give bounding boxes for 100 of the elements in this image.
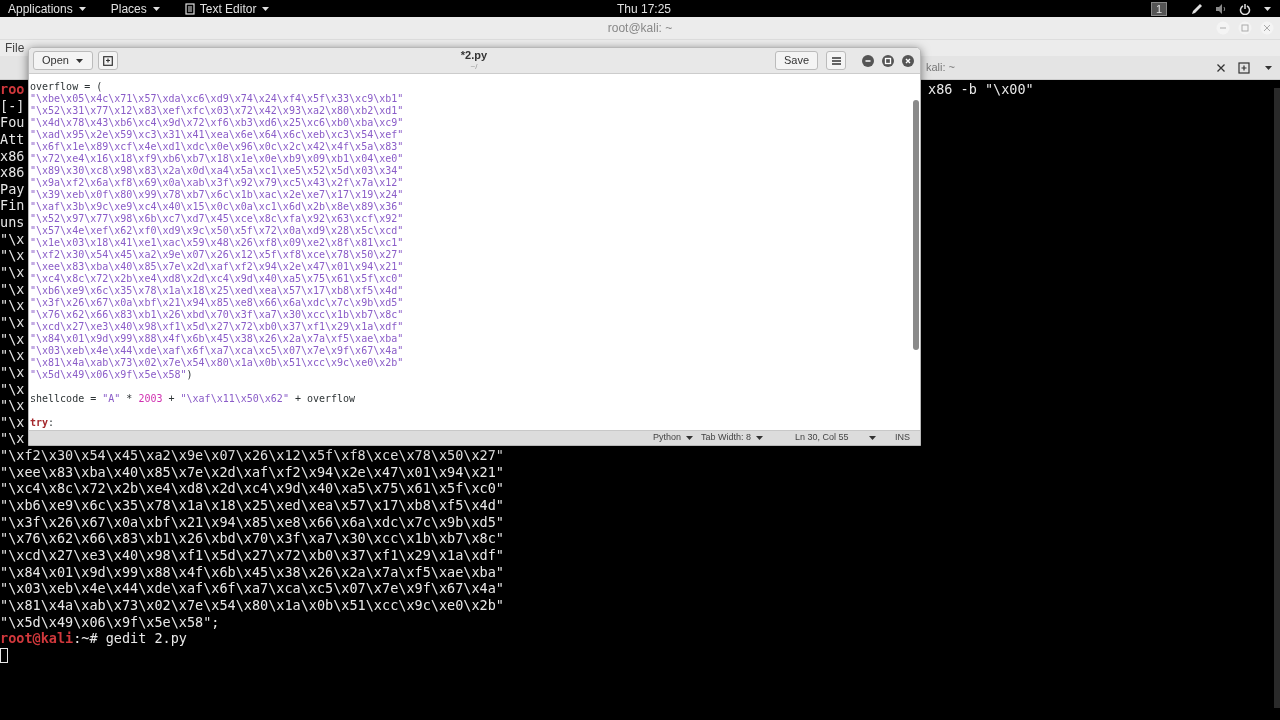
string-literal: "\xcd\x27\xe3\x40\x98\xf1\x5d\x27\x72\xb0\x37\xf1\x29\x1a\xdf" (30, 321, 404, 333)
terminal-text: "\x (0, 280, 25, 298)
string-literal: "\x5d\x49\x06\x9f\x5e\x58" (30, 369, 187, 381)
window-title: root@kali: ~ (607, 20, 673, 37)
string-literal: "\x3f\x26\x67\x0a\xbf\x21\x94\x85\xe8\x66\x6a\xdc\x7c\x9b\xd5" (30, 297, 404, 309)
terminal-text: Pay (0, 180, 25, 198)
code-text: ) (186, 369, 193, 381)
caret-icon (1263, 4, 1272, 13)
caret-icon (151, 4, 161, 13)
menu-icon (831, 56, 841, 65)
minimize-icon[interactable] (862, 54, 874, 67)
string-literal: "\xb6\xe9\x6c\x35\x78\x1a\x18\x25\xed\xea\x57\x17\xb8\xf5\x4d" (30, 285, 404, 297)
caret-icon[interactable] (868, 434, 877, 442)
terminal-text: x86 (0, 164, 25, 181)
scrollbar[interactable] (913, 100, 919, 350)
string-literal: "\x81\x4a\xab\x73\x02\x7e\x54\x80\x1a\x0b\x51\xcc\x9c\xe0\x2b" (30, 357, 404, 369)
terminal-text: "\x (0, 397, 25, 414)
terminal-text: roo (0, 81, 25, 98)
plus-square-icon (102, 55, 113, 66)
terminal-text: "\x (0, 363, 25, 381)
prompt-user-host: root@kali (0, 630, 74, 647)
string-literal: "A" (102, 393, 121, 405)
string-literal: "\xaf\x3b\x9c\xe9\xc4\x40\x15\x0c\x0a\xc1\x6d\x2b\x8e\x89\x36" (30, 201, 404, 213)
terminal-text: x86 -b "\x00" (928, 81, 1034, 98)
maximize-icon[interactable] (882, 54, 894, 67)
string-literal: "\x39\xeb\x0f\x80\x99\x78\xb7\x6c\x1b\xac\x2e\xe7\x17\x19\x24" (30, 189, 404, 201)
terminal-line: "\x76\x62\x66\x83\xb1\x26\xbd\x70\x3f\xa7\x30\xcc\x1b\xb7\x8c" (0, 530, 504, 547)
terminal-text: "\x (0, 264, 25, 281)
workspace-indicator[interactable]: 1 (1150, 1, 1167, 16)
keyword: try (30, 417, 49, 429)
terminal-text: [-] (0, 97, 25, 115)
terminal-text: "\x (0, 230, 25, 248)
terminal-text: "\x (0, 297, 25, 314)
notepad-icon (184, 2, 195, 15)
terminal-line: "\x81\x4a\xab\x73\x02\x7e\x54\x80\x1a\x0b\x51\xcc\x9c\xe0\x2b" (0, 596, 504, 614)
caret-icon (77, 4, 87, 13)
terminal-text: "\x (0, 330, 25, 348)
new-tab-icon[interactable] (1238, 61, 1250, 74)
caret-icon (261, 4, 271, 13)
code-text: + (167, 393, 176, 405)
string-literal: "\xbe\x05\x4c\x71\x57\xda\xc6\xd9\x74\x24\xf4\x5f\x33\xc9\xb1" (30, 93, 404, 105)
string-literal: "\xf2\x30\x54\x45\xa2\x9e\x07\x26\x12\x5f\xf8\xce\x78\x50\x27" (30, 249, 404, 261)
string-literal: "\x52\x31\x77\x12\x83\xef\xfc\x03\x72\x42\x93\xa2\x80\xb2\xd1" (30, 105, 404, 117)
scrollbar[interactable] (1274, 88, 1280, 708)
string-literal: "\xad\x95\x2e\x59\xc3\x31\x41\xea\x6e\x64\x6c\xeb\xc3\x54\xef" (30, 129, 404, 141)
terminal-line: "\x03\xeb\x4e\x44\xde\xaf\x6f\xa7\xca\xc5\x07\x7e\x9f\x67\x4a" (0, 580, 504, 597)
string-literal: "\x52\x97\x77\x98\x6b\xc7\xd7\x45\xce\x8c\xfa\x92\x63\xcf\x92" (30, 213, 404, 225)
number-literal: 2003 (138, 393, 163, 405)
string-literal: "\x76\x62\x66\x83\xb1\x26\xbd\x70\x3f\xa7\x30\xcc\x1b\xb7\x8c" (30, 309, 404, 321)
string-literal: "\x03\xeb\x4e\x44\xde\xaf\x6f\xa7\xca\xc5\x07\x7e\x9f\x67\x4a" (30, 345, 404, 357)
caret-icon (755, 434, 765, 442)
string-literal: "\x6f\x1e\x89\xcf\x4e\xd1\xdc\x0e\x96\x0c\x2c\x42\x4f\x5a\x83" (30, 141, 404, 153)
top-menu[interactable]: Applications (0, 0, 95, 18)
terminal-text: Fou (0, 114, 25, 131)
string-literal: "\x9a\xf2\x6a\xf8\x69\x0a\xab\x3f\x92\x79\xc5\x43\x2f\x7a\x12" (30, 177, 404, 189)
terminal-line: "\xee\x83\xba\x40\x85\x7e\x2d\xaf\xf2\x94\x2e\x47\x01\x94\x21" (0, 463, 504, 481)
code-text: shellcode = (30, 393, 98, 405)
cursor-position: Ln 30, Col 55 (795, 431, 849, 445)
pen-icon (1191, 2, 1203, 15)
tab-width-selector[interactable]: Tab Width: 8 (701, 431, 765, 445)
caret-icon (685, 434, 695, 442)
terminal-text: "\x (0, 430, 25, 448)
terminal-text: Att (0, 130, 25, 148)
save-button[interactable]: Save (774, 51, 818, 70)
terminal-line: "\xb6\xe9\x6c\x35\x78\x1a\x18\x25\xed\xea\x57\x17\xb8\xf5\x4d" (0, 497, 504, 514)
string-literal: "\x1e\x03\x18\x41\xe1\xac\x59\x48\x26\xf8\x09\xe2\x8f\x81\xc1" (30, 237, 404, 249)
terminal-tab[interactable]: kali: ~ (926, 59, 956, 76)
power-icon (1239, 2, 1251, 15)
document-title: *2.py (460, 49, 488, 61)
string-literal: "\x84\x01\x9d\x99\x88\x4f\x6b\x45\x38\x26\x2a\x7a\xf5\xae\xba" (30, 333, 404, 345)
caret-icon[interactable] (1264, 63, 1273, 72)
terminal-text: "\x (0, 347, 25, 364)
open-button[interactable]: Open (33, 51, 93, 70)
close-icon[interactable] (1217, 63, 1225, 72)
new-document-button[interactable] (97, 51, 118, 70)
volume-icon (1215, 2, 1227, 15)
language-selector[interactable]: Python (653, 431, 695, 445)
string-literal: "\xaf\x11\x50\x62" (180, 393, 289, 405)
close-icon[interactable] (902, 54, 914, 67)
terminal-text: "\x (0, 247, 25, 265)
terminal-line: "\xc4\x8c\x72\x2b\xe4\xd8\x2d\xc4\x9d\x40\xa5\x75\x61\x5f\xc0" (0, 480, 504, 497)
clock: Thu 17:25 (617, 0, 672, 18)
command-text: :~# gedit 2.py (73, 630, 187, 647)
string-literal: "\xee\x83\xba\x40\x85\x7e\x2d\xaf\xf2\x94\x2e\x47\x01\x94\x21" (30, 261, 404, 273)
string-literal: "\x57\x4e\xef\x62\xf0\xd9\x9c\x50\x5f\x72\x0a\xd9\x28\x5c\xcd" (30, 225, 404, 237)
top-menu[interactable]: Places (94, 0, 169, 18)
insert-mode: INS (895, 431, 910, 445)
terminal-text: Fin (0, 197, 25, 215)
menu-button[interactable] (826, 51, 846, 70)
menu-item[interactable]: File (5, 39, 25, 57)
document-path: ~/ (470, 61, 478, 72)
string-literal: "\x4d\x78\x43\xb6\xc4\x9d\x72\xf6\xb3\xd6\x25\xc6\xb0\xba\xc9" (30, 117, 404, 129)
terminal-line: "\xf2\x30\x54\x45\xa2\x9e\x07\x26\x12\x5f\xf8\xce\x78\x50\x27" (0, 447, 504, 464)
top-menu[interactable]: Text Editor (168, 0, 279, 18)
terminal-line: "\x84\x01\x9d\x99\x88\x4f\x6b\x45\x38\x26\x2a\x7a\xf5\xae\xba" (0, 563, 504, 581)
code-text: * (125, 393, 134, 405)
string-literal: "\xc4\x8c\x72\x2b\xe4\xd8\x2d\xc4\x9d\x40\xa5\x75\x61\x5f\xc0" (30, 273, 404, 285)
terminal-line: "\x3f\x26\x67\x0a\xbf\x21\x94\x85\xe8\x66\x6a\xdc\x7c\x9b\xd5" (0, 513, 504, 531)
terminal-line: "\x5d\x49\x06\x9f\x5e\x58"; (0, 613, 220, 631)
code-text: + overflow (293, 393, 356, 405)
